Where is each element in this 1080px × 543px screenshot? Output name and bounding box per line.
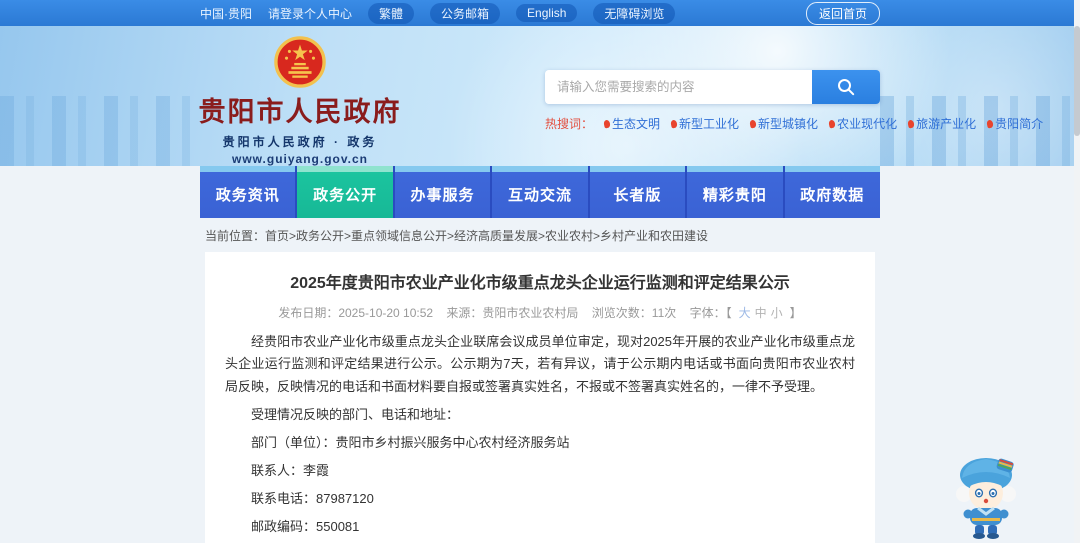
hot-search-row: 热搜词： 生态文明 新型工业化 新型城镇化 农业现代化 旅游产业化 贵阳简介 [545, 115, 1043, 132]
font-size-label-end: 】 [789, 306, 802, 320]
publish-date: 发布日期：2025-10-20 10:52 [278, 306, 434, 320]
nav-tab-senior[interactable]: 长者版 [589, 166, 686, 218]
main-navigation: 政务资讯 政务公开 办事服务 互动交流 长者版 精彩贵阳 政府数据 [0, 166, 1080, 218]
header-banner: 贵阳市人民政府 贵阳市人民政府 · 政务 www.guiyang.gov.cn … [0, 26, 1080, 166]
site-subtitle: 贵阳市人民政府 · 政务 [222, 135, 378, 149]
font-large-button[interactable]: 大 [739, 306, 751, 320]
top-utility-bar: 中国·贵阳 请登录个人中心 繁體 公务邮箱 English 无障碍浏览 返回首页 [0, 0, 1080, 26]
flame-icon [749, 118, 757, 129]
toplink-english[interactable]: English [516, 4, 578, 22]
article-body: 经贵阳市农业产业化市级重点龙头企业联席会议成员单位审定，现对2025年开展的农业… [225, 331, 855, 543]
hot-search-label: 热搜词： [545, 117, 594, 131]
contact-person: 联系人：李霞 [251, 463, 330, 479]
search-input[interactable] [545, 70, 812, 104]
nav-tab-news[interactable]: 政务资讯 [200, 166, 296, 218]
hot-term-intro[interactable]: 贵阳简介 [986, 115, 1043, 132]
article-title: 2025年度贵阳市农业产业化市级重点龙头企业运行监测和评定结果公示 [290, 275, 790, 292]
font-size-label: 字体：【 [689, 306, 732, 320]
hot-term-agriculture[interactable]: 农业现代化 [828, 115, 897, 132]
hot-term-tourism[interactable]: 旅游产业化 [907, 115, 976, 132]
toplink-accessibility[interactable]: 无障碍浏览 [593, 2, 676, 24]
ethnic-mascot-icon [956, 458, 1016, 539]
scrollbar-thumb[interactable] [1074, 26, 1080, 136]
page: 中国·贵阳 请登录个人中心 繁體 公务邮箱 English 无障碍浏览 返回首页 [0, 0, 1080, 543]
toplink-login-personal-center[interactable]: 请登录个人中心 [268, 5, 352, 22]
contact-department: 部门（单位）：贵阳市乡村振兴服务中心农村经济服务站 [251, 435, 570, 451]
hot-term-ecology[interactable]: 生态文明 [603, 115, 660, 132]
article-card: 2025年度贵阳市农业产业化市级重点龙头企业运行监测和评定结果公示 发布日期：2… [205, 252, 875, 543]
content-area: 当前位置：首页>政务公开>重点领域信息公开>经济高质量发展>农业农村>乡村产业和… [200, 218, 880, 543]
site-url: www.guiyang.gov.cn [231, 152, 368, 166]
flame-icon [907, 118, 915, 129]
view-count: 浏览次数：11次 [591, 306, 677, 320]
toplink-traditional-chinese[interactable]: 繁體 [368, 2, 415, 24]
paragraph-announcement: 经贵阳市农业产业化市级重点龙头企业联席会议成员单位审定，现对2025年开展的农业… [225, 334, 855, 394]
return-home-button[interactable]: 返回首页 [805, 1, 880, 25]
hot-term-industrialization[interactable]: 新型工业化 [670, 115, 739, 132]
search-button[interactable] [812, 70, 880, 104]
flame-icon [603, 118, 611, 129]
paragraph-contact-intro: 受理情况反映的部门、电话和地址： [251, 407, 460, 423]
flame-icon [670, 118, 678, 129]
breadcrumb-path[interactable]: 首页>政务公开>重点领域信息公开>经济高质量发展>农业农村>乡村产业和农田建设 [265, 229, 708, 243]
hot-term-urbanization[interactable]: 新型城镇化 [749, 115, 818, 132]
toplink-official-mail[interactable]: 公务邮箱 [430, 2, 501, 24]
contact-phone: 联系电话：87987120 [251, 491, 374, 507]
flame-icon [828, 118, 836, 129]
article-source: 来源：贵阳市农业农村局 [446, 306, 579, 320]
breadcrumb-label: 当前位置： [205, 229, 266, 243]
nav-tab-services[interactable]: 办事服务 [394, 166, 491, 218]
site-title: 贵阳市人民政府 [198, 97, 402, 127]
breadcrumb: 当前位置：首页>政务公开>重点领域信息公开>经济高质量发展>农业农村>乡村产业和… [200, 218, 880, 252]
nav-tab-highlights[interactable]: 精彩贵阳 [687, 166, 783, 218]
mascot-widget[interactable] [948, 448, 1028, 540]
site-logo[interactable]: 贵阳市人民政府 贵阳市人民政府 · 政务 www.guiyang.gov.cn [198, 36, 402, 166]
article-meta: 发布日期：2025-10-20 10:52 来源：贵阳市农业农村局 浏览次数：1… [225, 304, 855, 321]
flame-icon [986, 118, 994, 129]
nav-tab-data[interactable]: 政府数据 [784, 166, 880, 218]
font-medium-button[interactable]: 中 [755, 306, 767, 320]
toplink-china-guiyang[interactable]: 中国·贵阳 [200, 5, 252, 22]
search-area: 热搜词： 生态文明 新型工业化 新型城镇化 农业现代化 旅游产业化 贵阳简介 [545, 36, 1043, 166]
banner-cityscape-left [0, 96, 190, 166]
nav-tab-disclosure[interactable]: 政务公开 [297, 166, 393, 218]
font-small-button[interactable]: 小 [771, 306, 783, 320]
national-emblem-icon [274, 36, 326, 88]
magnifier-icon [838, 79, 855, 96]
scrollbar-track [1074, 0, 1080, 543]
nav-tab-interaction[interactable]: 互动交流 [492, 166, 588, 218]
contact-postcode: 邮政编码：550081 [251, 518, 360, 534]
